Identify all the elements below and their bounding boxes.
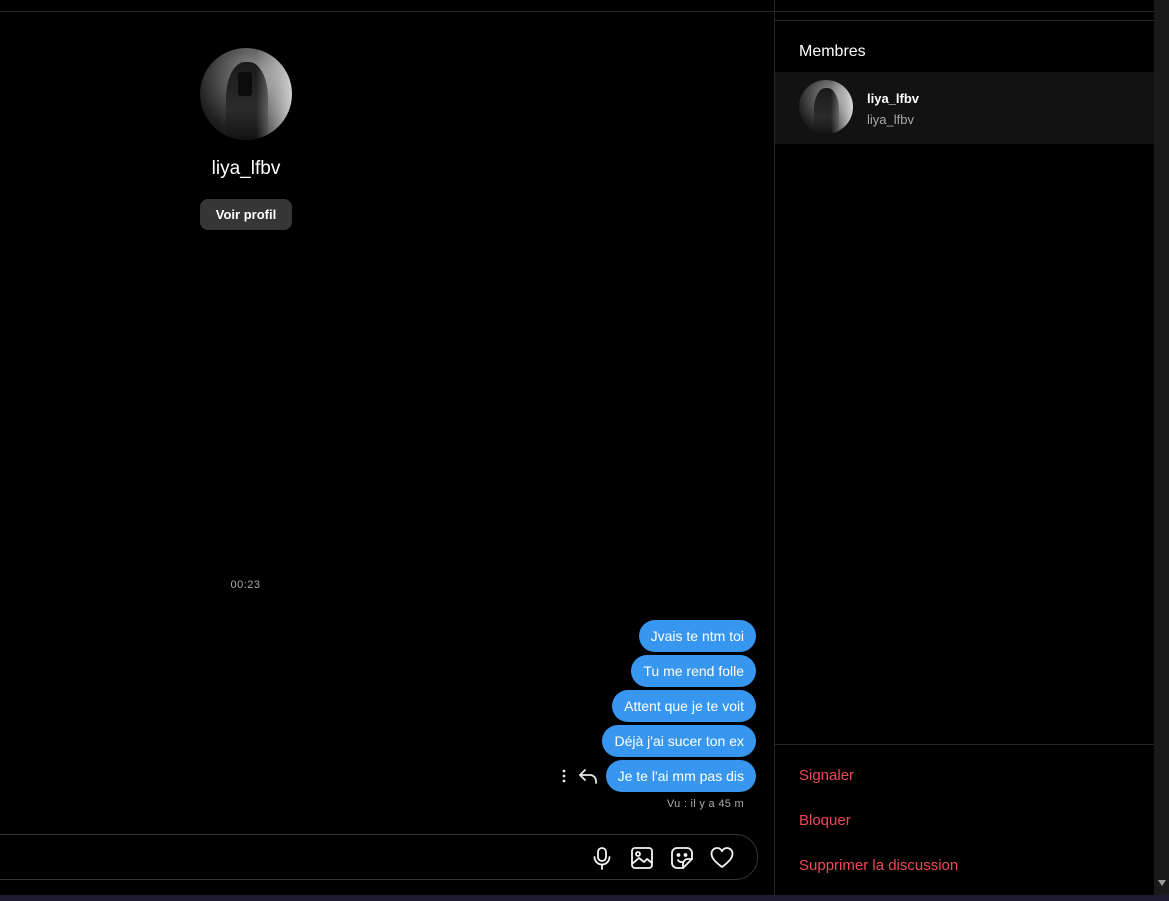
message-bubble[interactable]: Déjà j'ai sucer ton ex [602, 725, 756, 757]
block-button[interactable]: Bloquer [799, 812, 851, 829]
scrollbar[interactable] [1154, 0, 1169, 895]
message-bubble[interactable]: Jvais te ntm toi [638, 620, 756, 652]
message-actions [562, 768, 598, 784]
message-row: Je te l'ai mm pas dis [562, 760, 756, 792]
divider [775, 20, 1154, 21]
message-list: Jvais te ntm toi Tu me rend folle Attent… [562, 620, 756, 792]
image-icon[interactable] [629, 845, 655, 871]
message-row: Attent que je te voit [612, 690, 756, 722]
chat-pane: liya_lfbv Voir profil 00:23 Jvais te ntm… [0, 0, 774, 895]
seen-status: Vu : il y a 45 m [666, 798, 744, 810]
member-item[interactable]: liya_lfbv liya_lfbv [775, 72, 1154, 144]
delete-conversation-button[interactable]: Supprimer la discussion [799, 857, 958, 874]
taskbar-strip [0, 895, 1169, 901]
sticker-icon[interactable] [669, 845, 695, 871]
divider [0, 11, 774, 12]
divider [775, 11, 1154, 12]
members-heading: Membres [799, 43, 866, 60]
message-row: Jvais te ntm toi [638, 620, 756, 652]
scroll-down-icon[interactable] [1158, 880, 1166, 886]
view-profile-button[interactable]: Voir profil [199, 199, 293, 230]
message-bubble[interactable]: Je te l'ai mm pas dis [605, 760, 756, 792]
message-row: Déjà j'ai sucer ton ex [602, 725, 756, 757]
composer-actions [589, 845, 735, 871]
more-options-icon[interactable] [562, 769, 566, 783]
profile-avatar[interactable] [200, 48, 292, 140]
reply-icon[interactable] [578, 768, 598, 784]
divider [775, 744, 1154, 745]
report-button[interactable]: Signaler [799, 767, 854, 784]
member-username: liya_lfbv [867, 112, 914, 127]
message-timestamp: 00:23 [230, 579, 261, 591]
profile-name: liya_lfbv [211, 158, 281, 179]
member-name: liya_lfbv [867, 91, 920, 106]
message-composer[interactable] [0, 834, 758, 880]
message-bubble[interactable]: Tu me rend folle [631, 655, 756, 687]
microphone-icon[interactable] [589, 845, 615, 871]
message-bubble[interactable]: Attent que je te voit [612, 690, 756, 722]
heart-icon[interactable] [709, 845, 735, 871]
message-row: Tu me rend folle [631, 655, 756, 687]
conversation-profile-header: liya_lfbv Voir profil [146, 48, 346, 230]
details-pane: Membres liya_lfbv liya_lfbv Signaler Blo… [775, 0, 1154, 895]
member-avatar[interactable] [799, 80, 853, 134]
